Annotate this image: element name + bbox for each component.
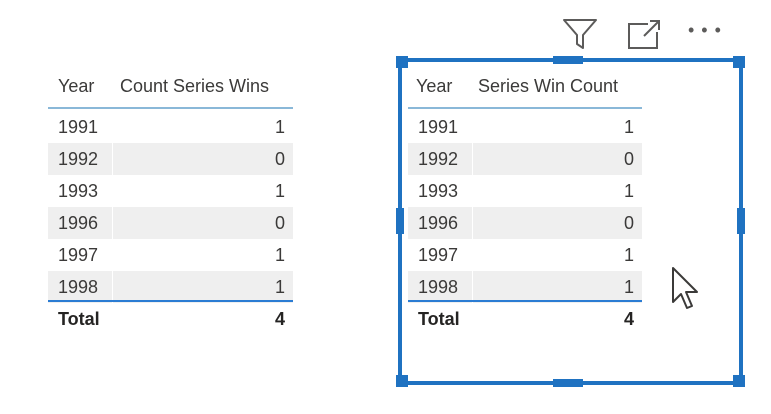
cell-value: 1 [274, 244, 285, 265]
cell-year: 1996 [58, 212, 99, 233]
mouse-cursor-icon [670, 266, 702, 319]
cell-value: 0 [623, 148, 634, 169]
resize-handle-left[interactable] [396, 208, 404, 234]
right-table-visual[interactable]: Year Series Win Count 1991 1 1992 0 1993… [408, 64, 642, 344]
column-header-series-win-count[interactable]: Series Win Count [470, 76, 642, 97]
cell-value: 0 [274, 148, 285, 169]
cell-value: 1 [623, 116, 634, 137]
resize-handle-top-right[interactable] [733, 56, 745, 68]
table-row: 1991 1 [48, 111, 293, 143]
cell-year: 1993 [58, 180, 99, 201]
resize-handle-bottom[interactable] [553, 379, 583, 387]
total-row: Total 4 [48, 302, 293, 336]
visual-header: • • • [560, 16, 740, 52]
table-row: 1992 0 [408, 143, 642, 175]
table-row: 1998 1 [48, 271, 293, 303]
header-underline [408, 107, 642, 109]
table-row: 1991 1 [408, 111, 642, 143]
filter-icon[interactable] [560, 16, 600, 57]
column-header-count-series-wins[interactable]: Count Series Wins [112, 76, 293, 97]
table-row: 1993 1 [48, 175, 293, 207]
cell-value: 0 [623, 212, 634, 233]
total-value: 4 [274, 308, 285, 329]
cell-year: 1997 [58, 244, 99, 265]
cell-year: 1992 [418, 148, 459, 169]
table-row: 1992 0 [48, 143, 293, 175]
table-row: 1996 0 [48, 207, 293, 239]
table-row: 1997 1 [408, 239, 642, 271]
more-options-icon[interactable]: • • • [688, 20, 722, 41]
column-separator [472, 111, 473, 303]
cell-year: 1991 [58, 116, 99, 137]
cell-value: 1 [623, 180, 634, 201]
resize-handle-bottom-right[interactable] [733, 375, 745, 387]
column-header-year[interactable]: Year [408, 76, 470, 97]
table-header-row: Year Series Win Count [408, 68, 642, 104]
table-header-row: Year Count Series Wins [48, 68, 293, 104]
header-underline [48, 107, 293, 109]
table-row: 1997 1 [48, 239, 293, 271]
resize-handle-top[interactable] [553, 56, 583, 64]
table-row: 1993 1 [408, 175, 642, 207]
cell-year: 1998 [58, 276, 99, 297]
cell-year: 1997 [418, 244, 459, 265]
cell-value: 1 [274, 180, 285, 201]
cell-year: 1996 [418, 212, 459, 233]
left-table-visual[interactable]: Year Count Series Wins 1991 1 1992 0 199… [48, 64, 293, 344]
cell-year: 1992 [58, 148, 99, 169]
cell-value: 0 [274, 212, 285, 233]
resize-handle-bottom-left[interactable] [396, 375, 408, 387]
resize-handle-top-left[interactable] [396, 56, 408, 68]
focus-mode-icon[interactable] [626, 18, 662, 57]
column-header-year[interactable]: Year [48, 76, 112, 97]
cell-value: 1 [623, 276, 634, 297]
table-row: 1998 1 [408, 271, 642, 303]
cell-value: 1 [623, 244, 634, 265]
resize-handle-right[interactable] [737, 208, 745, 234]
total-row: Total 4 [408, 302, 642, 336]
total-label: Total [58, 308, 100, 329]
cell-year: 1998 [418, 276, 459, 297]
cell-year: 1991 [418, 116, 459, 137]
cell-value: 1 [274, 116, 285, 137]
total-value: 4 [623, 308, 634, 329]
table-row: 1996 0 [408, 207, 642, 239]
cell-value: 1 [274, 276, 285, 297]
cell-year: 1993 [418, 180, 459, 201]
column-separator [112, 111, 113, 303]
total-label: Total [418, 308, 460, 329]
